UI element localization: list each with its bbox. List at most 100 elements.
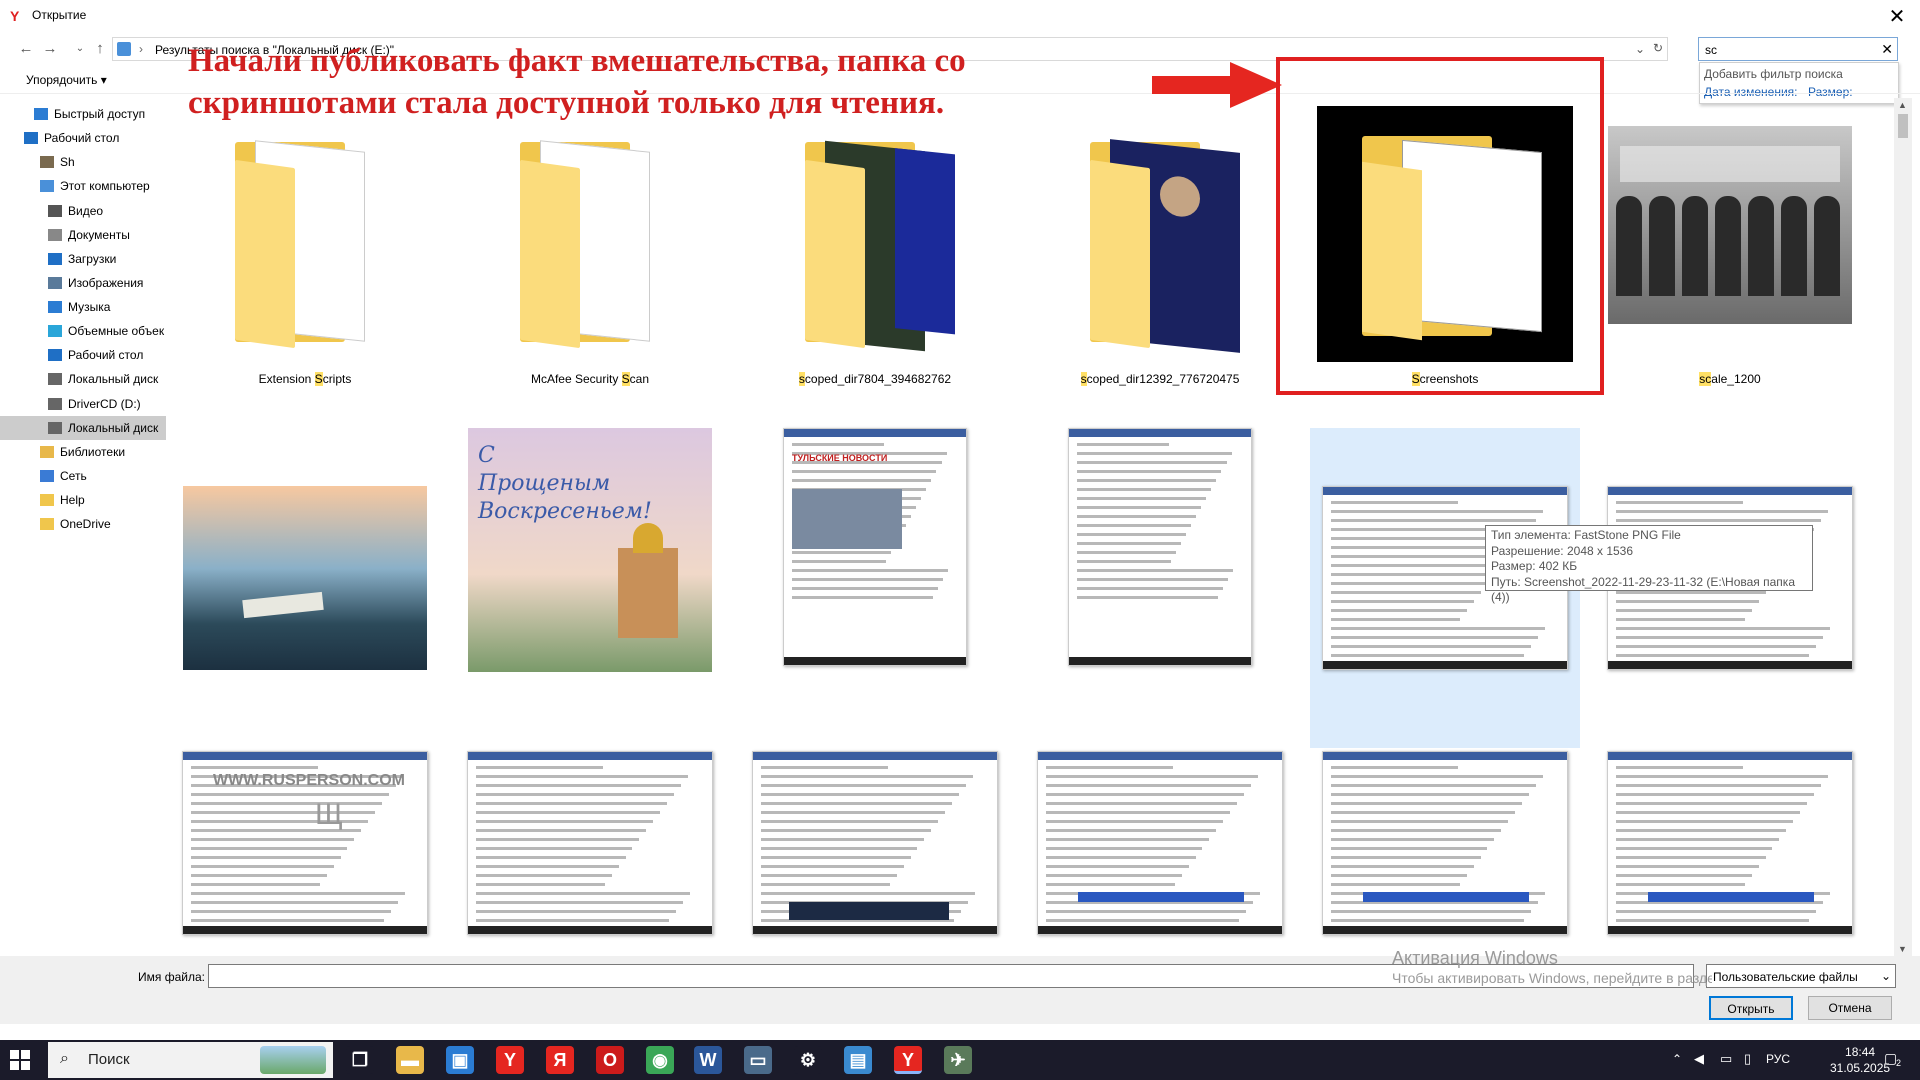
preview-panel xyxy=(1616,196,1642,296)
preview-panel xyxy=(1616,919,1810,922)
file-item[interactable]: scale_1200 (2) xyxy=(170,428,440,772)
preview-panel xyxy=(1616,838,1780,841)
thumbnail: ТУЛЬСКИЕ НОВОСТИ xyxy=(783,428,967,666)
preview-panel xyxy=(784,657,966,665)
sidebar-item[interactable]: Быстрый доступ xyxy=(0,102,166,126)
vertical-scrollbar[interactable]: ▲ ▼ xyxy=(1894,98,1912,956)
scroll-down-icon[interactable]: ▼ xyxy=(1898,944,1907,954)
folder-item[interactable]: scoped_dir7804_394682762 xyxy=(740,106,1010,426)
store-icon[interactable]: ▣ xyxy=(446,1046,474,1074)
sidebar-item[interactable]: Sh xyxy=(0,150,166,174)
language-indicator[interactable]: РУС xyxy=(1766,1052,1790,1066)
organize-button[interactable]: Упорядочить ▾ xyxy=(26,73,107,87)
open-button[interactable]: Открыть xyxy=(1709,996,1793,1020)
filetype-select[interactable]: Пользовательские файлы ⌄ xyxy=(1706,964,1896,988)
preview-panel xyxy=(1077,452,1232,455)
pinned-app-icon[interactable]: ✈ xyxy=(944,1046,972,1074)
file-item[interactable]: С Прощеным Воскресеньем!scale_1200 xyxy=(455,428,725,772)
sidebar-item[interactable]: Рабочий стол xyxy=(0,126,166,150)
scroll-up-icon[interactable]: ▲ xyxy=(1898,100,1907,110)
file-item[interactable]: ТУЛЬСКИЕ НОВОСТИScreenshot_2022-12-08-01… xyxy=(740,428,1010,772)
forward-button[interactable]: → xyxy=(40,39,60,59)
preview-panel xyxy=(476,775,688,778)
preview-panel xyxy=(1616,618,1745,621)
sidebar-item[interactable]: Документы xyxy=(0,223,166,247)
preview-panel xyxy=(1616,654,1810,657)
word-icon[interactable]: W xyxy=(694,1046,722,1074)
preview-panel xyxy=(1069,657,1251,665)
opera-icon[interactable]: O xyxy=(596,1046,624,1074)
preview-panel xyxy=(1616,829,1787,832)
explorer-icon[interactable]: ▬ xyxy=(396,1046,424,1074)
preview-panel xyxy=(1046,793,1244,796)
sidebar-item[interactable]: Рабочий стол xyxy=(0,343,166,367)
preview-panel xyxy=(792,587,939,590)
folder-item[interactable]: scoped_dir12392_776720475 xyxy=(1025,106,1295,426)
sidebar-item[interactable]: Локальный диск xyxy=(0,416,166,440)
preview-panel xyxy=(1331,919,1525,922)
recent-dropdown[interactable]: ⌄ xyxy=(70,39,90,59)
up-button[interactable]: ↑ xyxy=(90,39,110,59)
chevron-down-icon[interactable]: ⌄ xyxy=(1635,42,1645,56)
preview-panel xyxy=(1616,510,1828,513)
sidebar-item[interactable]: Этот компьютер xyxy=(0,174,166,198)
sidebar-item[interactable]: Help xyxy=(0,488,166,512)
clear-icon[interactable]: ✕ xyxy=(1881,41,1893,58)
preview-panel xyxy=(1331,519,1536,522)
thumbnail xyxy=(785,136,965,356)
folder-item[interactable]: Extension Scripts xyxy=(170,106,440,426)
sidebar-item[interactable]: Изображения xyxy=(0,271,166,295)
sidebar-item[interactable]: Объемные объек xyxy=(0,319,166,343)
file-item[interactable]: Screenshot_2022-11-19-17-18-32 xyxy=(1025,751,1295,956)
preview-panel xyxy=(1608,926,1852,934)
thumbnail xyxy=(215,136,395,356)
preview-panel xyxy=(1331,564,1502,567)
close-button[interactable]: ✕ xyxy=(1874,0,1920,32)
yandex-icon[interactable]: Я xyxy=(546,1046,574,1074)
sidebar-item[interactable]: Локальный диск xyxy=(0,367,166,391)
cancel-button[interactable]: Отмена xyxy=(1808,996,1892,1020)
annotation-highlight-box xyxy=(1276,57,1604,395)
preview-panel xyxy=(1331,865,1474,868)
refresh-icon[interactable]: ↻ xyxy=(1653,41,1663,55)
preview-panel xyxy=(1616,856,1766,859)
computer-icon[interactable]: ▭ xyxy=(744,1046,772,1074)
control-panel-icon[interactable]: ▤ xyxy=(844,1046,872,1074)
sidebar-item[interactable]: OneDrive xyxy=(0,512,166,536)
file-item[interactable]: Screenshot_2022-11-19-18-43-33 xyxy=(740,751,1010,956)
sidebar-item[interactable]: Музыка xyxy=(0,295,166,319)
thumb-site-banner: WWW.RUSPERSON.COM xyxy=(213,772,405,789)
preview-panel xyxy=(1608,487,1852,495)
chrome-icon[interactable]: ◉ xyxy=(646,1046,674,1074)
file-item[interactable]: Screenshot_2022-11-19-17-18-17 xyxy=(1595,751,1865,956)
scroll-thumb[interactable] xyxy=(1898,114,1908,138)
back-button[interactable]: ← xyxy=(16,39,36,59)
task-view-icon[interactable]: ❐ xyxy=(346,1046,374,1074)
clock[interactable]: 18:44 31.05.2025 xyxy=(1830,1044,1890,1076)
folder-item[interactable]: McAfee Security Scan xyxy=(455,106,725,426)
yandex-browser-active-icon[interactable]: Y xyxy=(894,1046,922,1074)
settings-icon[interactable]: ⚙ xyxy=(794,1046,822,1074)
file-item[interactable]: WWW.RUSPERSON.COMЩScreenshot_2022-11-22-… xyxy=(170,751,440,956)
sidebar-item[interactable]: Сеть xyxy=(0,464,166,488)
sidebar-item[interactable]: Загрузки xyxy=(0,247,166,271)
sidebar-item[interactable]: Библиотеки xyxy=(0,440,166,464)
file-item[interactable]: Screenshot_2022-11-19-17-18-24 xyxy=(1310,751,1580,956)
sidebar-item[interactable]: DriverCD (D:) xyxy=(0,392,166,416)
preview-panel xyxy=(1616,609,1752,612)
file-item[interactable]: scale_1200 xyxy=(1595,106,1865,426)
preview-panel xyxy=(1046,802,1237,805)
network-icon[interactable]: ▯ xyxy=(1744,1051,1751,1067)
search-input[interactable]: sc ✕ xyxy=(1698,37,1898,61)
battery-icon[interactable]: ▭ xyxy=(1720,1051,1732,1067)
sidebar-item[interactable]: Видео xyxy=(0,199,166,223)
file-item[interactable]: Screenshot_2022-11-19-19-38-27 xyxy=(455,751,725,956)
yandex-browser-icon[interactable]: Y xyxy=(496,1046,524,1074)
windows-start-icon[interactable] xyxy=(10,1050,30,1070)
speaker-icon[interactable]: ◀ xyxy=(1694,1051,1704,1067)
taskbar-search[interactable]: ⌕ Поиск xyxy=(48,1042,333,1078)
sidebar-item-label: OneDrive xyxy=(60,517,111,531)
file-item[interactable]: Screenshot_2022-12-08-01-46-39 xyxy=(1025,428,1295,772)
preview-panel xyxy=(1331,910,1532,913)
tray-chevron-icon[interactable]: ⌃ xyxy=(1672,1052,1682,1066)
